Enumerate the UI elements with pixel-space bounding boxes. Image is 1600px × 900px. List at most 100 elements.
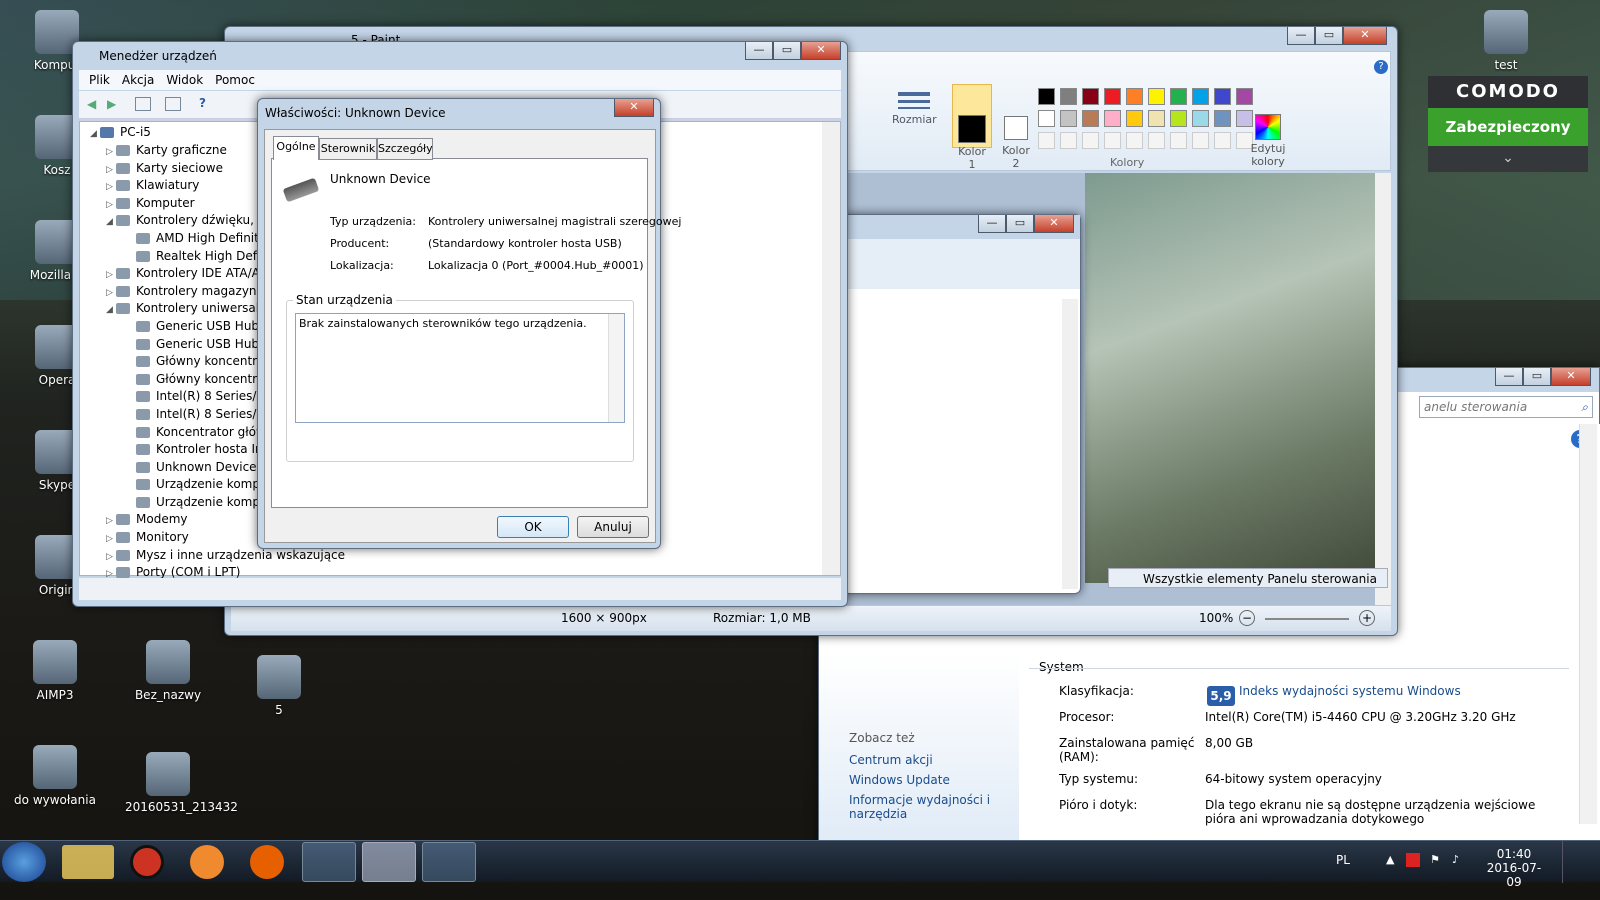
color-swatch[interactable] — [1148, 88, 1165, 105]
color-swatch[interactable] — [1214, 110, 1231, 127]
empty-swatch[interactable] — [1082, 132, 1099, 149]
desktop-icon[interactable]: test — [1463, 10, 1549, 72]
color-swatch[interactable] — [1170, 110, 1187, 127]
empty-swatch[interactable] — [1126, 132, 1143, 149]
taskbar-paint-icon[interactable] — [422, 842, 476, 882]
back-icon[interactable]: ◀ — [87, 97, 96, 111]
maximize-button[interactable]: ▭ — [1006, 215, 1034, 233]
color-swatch[interactable] — [1214, 88, 1231, 105]
tab-0[interactable]: Ogólne — [273, 136, 319, 160]
scrollbar[interactable] — [608, 314, 624, 422]
search-icon[interactable]: ⌕ — [1581, 397, 1588, 417]
color-swatch[interactable] — [1038, 88, 1055, 105]
minimize-button[interactable]: — — [1287, 27, 1315, 45]
empty-swatch[interactable] — [1148, 132, 1165, 149]
taskbar-toolbox-icon[interactable] — [362, 842, 416, 882]
comodo-tray-icon[interactable] — [1406, 853, 1420, 867]
search-input[interactable]: anelu sterowania ⌕ — [1419, 396, 1593, 418]
tree-root[interactable]: ◢ PC-i5 — [90, 124, 151, 142]
start-button[interactable] — [2, 842, 46, 882]
empty-swatch[interactable] — [1192, 132, 1209, 149]
properties-dialog[interactable]: Właściwości: Unknown Device ✕ Ogólne Ster… — [257, 98, 681, 549]
close-button[interactable]: ✕ — [1343, 27, 1387, 45]
clock[interactable]: 01:40 2016-07-09 — [1480, 847, 1548, 889]
small-window[interactable]: — ▭ ✕ — [843, 214, 1081, 594]
view-icon[interactable] — [135, 97, 151, 111]
see-also-link[interactable]: Informacje wydajności i narzędzia — [849, 793, 999, 821]
color-swatch[interactable] — [1082, 110, 1099, 127]
score-badge[interactable]: 5,9 — [1207, 686, 1235, 706]
tab-2[interactable]: Szczegóły — [377, 138, 433, 160]
size-tool[interactable]: Rozmiar — [892, 88, 937, 126]
ok-button[interactable]: OK — [497, 516, 569, 538]
menu-item[interactable]: Pomoc — [215, 73, 255, 87]
empty-swatch[interactable] — [1060, 132, 1077, 149]
close-button[interactable]: ✕ — [1551, 368, 1591, 386]
properties-icon[interactable] — [165, 97, 181, 111]
zoom-out-button[interactable]: − — [1239, 610, 1255, 626]
close-button[interactable]: ✕ — [801, 42, 841, 60]
color-swatch[interactable] — [1038, 110, 1055, 127]
maximize-button[interactable]: ▭ — [1523, 368, 1551, 386]
maximize-button[interactable]: ▭ — [773, 42, 801, 60]
volume-icon[interactable]: ♪ — [1452, 853, 1459, 866]
scrollbar[interactable] — [1375, 173, 1391, 605]
color-swatch[interactable] — [1060, 110, 1077, 127]
color-swatch[interactable] — [1104, 110, 1121, 127]
chevron-down-icon[interactable]: ⌄ — [1428, 146, 1588, 172]
tree-item[interactable]: ▷ Mysz i inne urządzenia wskazujące — [80, 547, 820, 565]
color-swatch[interactable] — [1192, 110, 1209, 127]
taskbar-firefox-icon[interactable] — [250, 845, 284, 879]
color-swatch[interactable] — [1192, 88, 1209, 105]
flag-icon[interactable]: ⚑ — [1430, 853, 1440, 866]
taskbar-devmgr-icon[interactable] — [302, 842, 356, 882]
status-textbox[interactable]: Brak zainstalowanych sterowników tego ur… — [295, 313, 625, 423]
tab-1[interactable]: Sterownik — [319, 138, 377, 160]
see-also-link[interactable]: Windows Update — [849, 773, 999, 787]
scrollbar[interactable] — [1579, 424, 1597, 824]
color-swatch[interactable] — [1148, 110, 1165, 127]
minimize-button[interactable]: — — [978, 215, 1006, 233]
close-button[interactable]: ✕ — [614, 99, 654, 117]
minimize-button[interactable]: — — [1495, 368, 1523, 386]
empty-swatch[interactable] — [1214, 132, 1231, 149]
taskbar-aimp-icon[interactable] — [130, 845, 164, 879]
show-hidden-icons-icon[interactable]: ▲ — [1386, 853, 1394, 866]
color-swatch[interactable] — [1082, 88, 1099, 105]
maximize-button[interactable]: ▭ — [1315, 27, 1343, 45]
taskbar-browser-icon[interactable] — [190, 845, 224, 879]
cancel-button[interactable]: Anuluj — [577, 516, 649, 538]
desktop-icon[interactable]: do wywołania — [12, 745, 98, 807]
taskbar-explorer-icon[interactable] — [62, 845, 114, 879]
color-swatch[interactable] — [1060, 88, 1077, 105]
close-button[interactable]: ✕ — [1034, 215, 1074, 233]
color-swatch[interactable] — [1126, 110, 1143, 127]
color-swatch[interactable] — [1126, 88, 1143, 105]
zoom-slider[interactable] — [1265, 618, 1349, 620]
language-indicator[interactable]: PL — [1336, 853, 1350, 867]
paint-canvas[interactable] — [1085, 173, 1385, 583]
scrollbar[interactable] — [1062, 299, 1078, 589]
edit-colors-button[interactable]: Edytuj kolory — [1248, 84, 1288, 181]
menu-item[interactable]: Widok — [166, 73, 203, 87]
color-swatch[interactable] — [1170, 88, 1187, 105]
menu-item[interactable]: Akcja — [122, 73, 154, 87]
color1-button[interactable]: Kolor 1 — [952, 84, 992, 171]
forward-icon[interactable]: ▶ — [107, 97, 116, 111]
zoom-in-button[interactable]: + — [1359, 610, 1375, 626]
comodo-widget[interactable]: COMODO Zabezpieczony ⌄ — [1428, 76, 1588, 172]
minimize-button[interactable]: — — [745, 42, 773, 60]
scrollbar[interactable] — [822, 122, 840, 575]
empty-swatch[interactable] — [1038, 132, 1055, 149]
desktop-icon[interactable]: 5 — [236, 655, 322, 717]
menu-item[interactable]: Plik — [89, 73, 110, 87]
help-icon[interactable]: ? — [1374, 60, 1388, 74]
color-swatch[interactable] — [1104, 88, 1121, 105]
empty-swatch[interactable] — [1170, 132, 1187, 149]
desktop-icon[interactable]: AIMP3 — [12, 640, 98, 702]
empty-swatch[interactable] — [1104, 132, 1121, 149]
desktop-icon[interactable]: 20160531_213432 — [125, 752, 238, 814]
help-icon[interactable]: ? — [199, 96, 206, 110]
cpanel-breadcrumb[interactable]: Wszystkie elementy Panelu sterowania — [1108, 568, 1388, 588]
see-also-link[interactable]: Centrum akcji — [849, 753, 999, 767]
